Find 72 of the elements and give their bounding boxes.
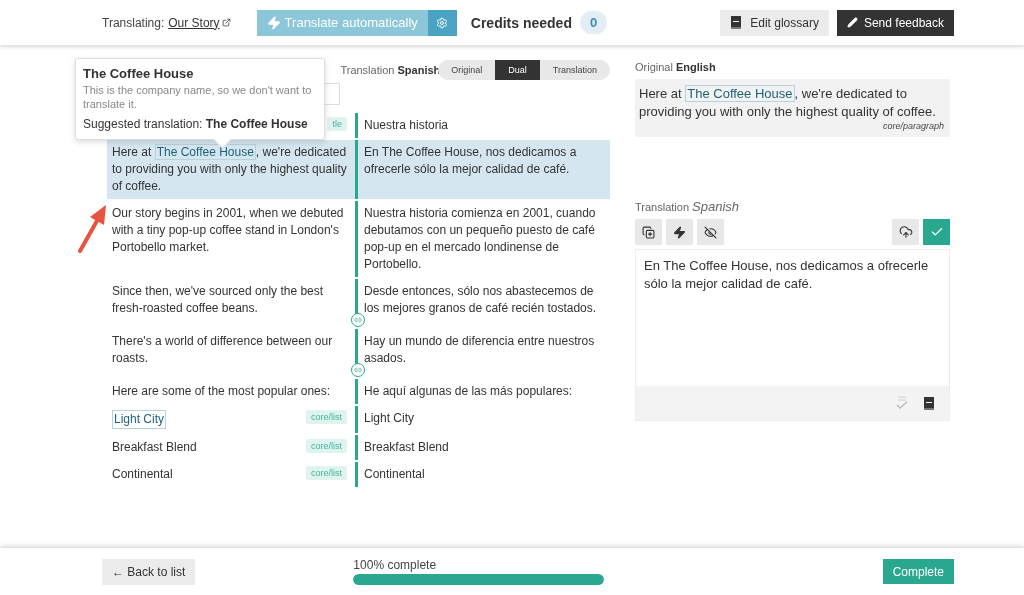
translation-language-label: Translation Spanish [340,64,441,76]
target-text: Breakfast Blend [363,439,450,456]
copy-original-button[interactable] [635,219,662,245]
translation-language-label: Translation Spanish [635,199,741,214]
back-to-list-button[interactable]: ← Back to list [102,558,196,585]
document-link[interactable]: Our Story [168,15,231,30]
edit-glossary-button[interactable]: Edit glossary [720,9,829,36]
send-feedback-button[interactable]: Send feedback [836,9,954,36]
pencil-icon [846,17,858,28]
block-type-tag: core/list [306,439,347,453]
target-text: Continental [363,466,426,483]
segment-row[interactable]: Continental core/list Continental [107,462,610,487]
source-text: There's a world of difference between our roasts. [112,333,334,367]
segment-row[interactable]: Here are some of the most popular ones: He aquí algunas de las más populares: [107,379,610,404]
lightning-icon [673,225,686,239]
target-text: Nuestra historia comienza en 2001, cuando debutamos con un pequeño puesto de café pop-up en el mercado londinense de Portobello. [363,205,597,273]
original-text: Here at The Coffee House, we're dedicated to providing you with only the highest quality of coffee. [639,85,937,121]
source-text: Since then, we've sourced only the best fresh-roasted coffee beans. [112,283,325,317]
view-mode-option[interactable]: Original [438,60,496,80]
settings-icon [436,16,449,29]
chain-icon [354,366,362,374]
block-type-tag: tle [327,117,347,131]
tooltip-note: This is the company name, so we don't want to translate it. [83,83,313,111]
chain-icon [354,316,362,324]
segment-row[interactable]: Since then, we've sourced only the best fresh-roasted coffee beans. Desde entonces, sólo nos abastecemos de los mejores granos de café recién tostados. [107,279,610,327]
book-icon [730,16,743,29]
target-text: Desde entonces, sólo nos abastecemos de los mejores granos de café recién tostados. [363,283,598,317]
upload-button[interactable] [892,219,919,245]
translating-label: Translating: [102,15,165,30]
original-language-label: Original English [635,61,717,73]
suggested-translation: Suggested translation: The Coffee House [83,117,309,131]
target-text: Light City [363,410,416,427]
spellcheck-icon[interactable] [895,395,909,411]
external-link-icon [221,18,231,27]
target-text: En The Coffee House, nos dedicamos a ofrecerle sólo la mejor calidad de café. [363,144,578,178]
cloud-upload-icon [898,225,913,239]
lightning-icon [266,15,281,30]
hide-button[interactable] [697,219,724,245]
link-icon[interactable] [351,313,365,327]
block-type-label: core/paragraph [881,121,944,131]
link-icon[interactable] [351,363,365,377]
source-text: Here at The Coffee House , we're dedicated to providing you with only the highest quality of coffee. [112,144,347,195]
settings-button[interactable] [427,9,457,36]
auto-translate-button[interactable] [666,219,693,245]
segment-row[interactable]: Light City core/list Light City [107,406,610,433]
source-text: Our story begins in 2001, when we debuted with a tiny pop-up coffee stand in London's Portobello market. [112,205,345,256]
glossary-term[interactable]: The Coffee House [154,144,256,160]
segment-row[interactable]: Breakfast Blend core/list Breakfast Blend [107,435,610,460]
segment-row[interactable]: There's a world of difference between our roasts. Hay un mundo de diferencia entre nuestros asados. [107,329,610,377]
block-type-tag: core/list [306,410,347,424]
source-text: Here are some of the most popular ones: [112,383,331,400]
segment-row[interactable]: Here at The Coffee House , we're dedicated to providing you with only the highest quality of coffee. En The Coffee House, nos dedicamos a ofrecerle sólo la mejor calidad de café. [107,140,610,199]
tooltip-title: The Coffee House [83,66,195,81]
copy-icon [642,225,655,239]
translation-editor[interactable]: En The Coffee House, nos dedicamos a ofrecerle sólo la mejor calidad de café. [635,249,950,421]
book-icon [923,396,935,410]
glossary-term[interactable]: The Coffee House [685,85,795,102]
view-mode-toggle[interactable]: Original Dual Translation [438,60,610,80]
target-text: Nuestra historia [363,117,450,134]
source-text: Breakfast Blend [112,439,197,456]
eye-off-icon [704,225,717,239]
target-text: Hay un mundo de diferencia entre nuestros asados. [363,333,596,367]
check-icon [929,225,944,239]
view-mode-option[interactable]: Dual [495,60,540,80]
glossary-term[interactable]: Light City [112,410,167,429]
credits-count: 0 [579,11,608,34]
block-type-tag: core/list [306,466,347,480]
view-mode-option[interactable]: Translation [539,60,610,80]
credits-label: Credits needed [470,14,572,31]
target-text: He aquí algunas de las más populares: [363,383,574,400]
progress-label: 100% complete [353,558,438,572]
source-text: Continental [112,466,173,483]
